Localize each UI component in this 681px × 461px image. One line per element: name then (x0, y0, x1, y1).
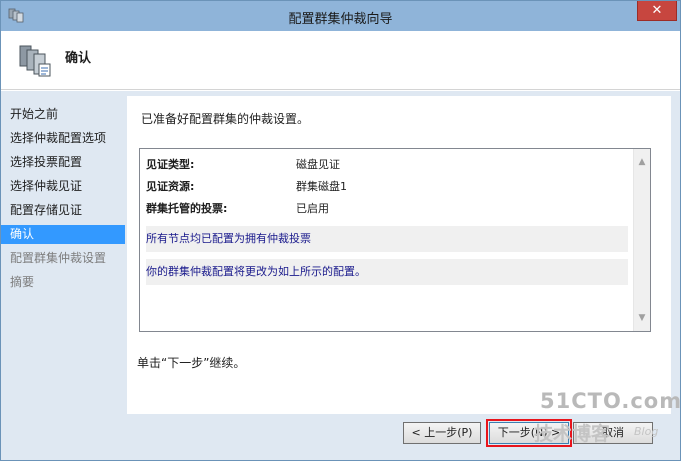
nav-step-configure-storage-witness: 配置存储见证 (10, 203, 83, 217)
nav-step-before-you-begin: 开始之前 (10, 107, 59, 121)
cancel-button[interactable]: 取消 (573, 422, 653, 444)
previous-button[interactable]: < 上一步(P) (403, 422, 481, 444)
wizard-window: 配置群集仲裁向导 ✕ 确认 开始之前 选择仲裁配置选项 选择投票配置 选择仲裁见… (0, 0, 681, 461)
close-icon: ✕ (651, 3, 663, 18)
page-title: 确认 (65, 51, 92, 66)
intro-text: 已准备好配置群集的仲裁设置。 (141, 112, 310, 126)
window-title: 配置群集仲裁向导 (288, 12, 393, 27)
nav-step-select-witness: 选择仲裁见证 (10, 179, 83, 193)
witness-type-label: 见证类型: (146, 158, 195, 171)
nav-step-confirmation: 确认 (1, 225, 125, 244)
next-button[interactable]: 下一步(N) > (486, 419, 572, 447)
report-row: 见证资源: 群集磁盘1 (146, 176, 628, 198)
report-row: 见证类型: 磁盘见证 (146, 154, 628, 176)
nav-step-configure-quorum-settings: 配置群集仲裁设置 (10, 251, 107, 265)
cluster-vote-value: 已启用 (296, 202, 329, 215)
report-note-nodes: 所有节点均已配置为拥有仲裁投票 (146, 226, 628, 252)
witness-type-value: 磁盘见证 (296, 158, 340, 171)
cluster-servers-icon (19, 45, 51, 77)
next-hint-text: 单击“下一步”继续。 (137, 356, 246, 370)
report-note-change: 你的群集仲裁配置将更改为如上所示的配置。 (146, 259, 628, 285)
witness-resource-label: 见证资源: (146, 180, 195, 193)
report-row: 群集托管的投票: 已启用 (146, 198, 628, 220)
wizard-body: 开始之前 选择仲裁配置选项 选择投票配置 选择仲裁见证 配置存储见证 确认 配置… (1, 91, 680, 460)
nav-step-select-quorum-option: 选择仲裁配置选项 (10, 131, 107, 145)
content-panel: 已准备好配置群集的仲裁设置。 见证类型: 磁盘见证 见证资源: 群集磁盘1 群集… (127, 96, 671, 414)
scroll-down-arrow-icon[interactable]: ▼ (637, 313, 647, 323)
report-scrollbar[interactable]: ▲ ▼ (633, 149, 650, 331)
close-button[interactable]: ✕ (637, 1, 677, 21)
title-bar[interactable]: 配置群集仲裁向导 ✕ (1, 1, 680, 31)
nav-step-summary: 摘要 (10, 275, 35, 289)
wizard-steps-nav: 开始之前 选择仲裁配置选项 选择投票配置 选择仲裁见证 配置存储见证 确认 配置… (1, 91, 125, 460)
confirmation-report[interactable]: 见证类型: 磁盘见证 见证资源: 群集磁盘1 群集托管的投票: 已启用 所有节点… (139, 148, 651, 332)
witness-resource-value: 群集磁盘1 (296, 180, 347, 193)
cluster-vote-label: 群集托管的投票: (146, 202, 228, 215)
wizard-button-bar: < 上一步(P) 下一步(N) > 取消 (127, 414, 671, 460)
nav-step-select-voting: 选择投票配置 (10, 155, 83, 169)
report-content: 见证类型: 磁盘见证 见证资源: 群集磁盘1 群集托管的投票: 已启用 所有节点… (146, 154, 628, 285)
page-header: 确认 (1, 31, 680, 90)
scroll-up-arrow-icon[interactable]: ▲ (637, 157, 647, 167)
